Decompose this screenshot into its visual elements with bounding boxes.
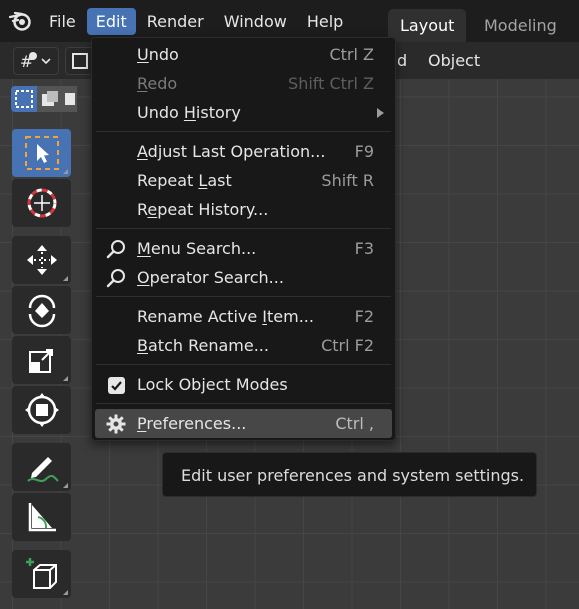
- menu-item-adjust-last-operation[interactable]: Adjust Last Operation... F9: [92, 137, 395, 166]
- menu-item-repeat-last[interactable]: Repeat Last Shift R: [92, 166, 395, 195]
- blender-icon: [8, 11, 31, 31]
- menu-window[interactable]: Window: [215, 8, 296, 35]
- scale-icon: [28, 349, 53, 373]
- pivot-icon: #: [20, 52, 51, 71]
- submenu-arrow-icon: [377, 108, 384, 118]
- shortcut-label: Ctrl ,: [335, 414, 374, 433]
- menu-item-lock-object-modes[interactable]: Lock Object Modes: [92, 370, 395, 399]
- menu-separator: [96, 131, 391, 132]
- annotate-tool[interactable]: [12, 443, 71, 491]
- menu-separator: [96, 296, 391, 297]
- menu-item-rename-active-item[interactable]: Rename Active Item... F2: [92, 302, 395, 331]
- menu-edit[interactable]: Edit: [86, 7, 136, 35]
- menu-item-repeat-history[interactable]: Repeat History...: [92, 195, 395, 224]
- menu-item-preferences[interactable]: Preferences... Ctrl ,: [95, 409, 392, 438]
- move-icon: [26, 245, 57, 275]
- pencil-icon: [26, 457, 59, 482]
- tool-corner-icon: [63, 376, 68, 381]
- rotate-tool[interactable]: [12, 286, 71, 334]
- menu-separator: [96, 228, 391, 229]
- tool-corner-icon: [63, 169, 68, 174]
- shortcut-label: F9: [354, 142, 374, 161]
- select-box-tool[interactable]: [12, 129, 71, 177]
- select-subtract-icon: [65, 93, 75, 105]
- search-icon: [106, 239, 126, 259]
- search-icon: [106, 268, 126, 288]
- gear-icon: [106, 414, 126, 434]
- mode-subtract-button[interactable]: [63, 86, 77, 112]
- shortcut-label: Ctrl F2: [321, 336, 374, 355]
- menu-item-menu-search[interactable]: Menu Search... F3: [92, 234, 395, 263]
- edit-menu-dropdown: Undo Ctrl Z Redo Shift Ctrl Z Undo Histo…: [91, 37, 396, 441]
- tab-layout[interactable]: Layout: [388, 9, 467, 42]
- menu-item-undo[interactable]: Undo Ctrl Z: [92, 40, 395, 69]
- shortcut-label: Shift Ctrl Z: [288, 74, 374, 93]
- cursor-tool[interactable]: [12, 179, 71, 227]
- mode-new-button[interactable]: [11, 86, 37, 112]
- select-box-icon: [72, 53, 88, 69]
- menu-help[interactable]: Help: [298, 8, 352, 35]
- transform-icon: [24, 393, 59, 427]
- menu-item-batch-rename[interactable]: Batch Rename... Ctrl F2: [92, 331, 395, 360]
- menu-item-undo-history[interactable]: Undo History: [92, 98, 395, 127]
- shortcut-label: F2: [354, 307, 374, 326]
- header-menu-partial[interactable]: d: [397, 51, 407, 70]
- menu-separator: [96, 364, 391, 365]
- cursor-select-icon: [24, 136, 59, 170]
- header-object-menu[interactable]: Object: [428, 51, 480, 70]
- measure-tool[interactable]: [12, 493, 71, 541]
- ruler-icon: [28, 503, 56, 532]
- tool-corner-icon: [63, 276, 68, 281]
- tool-corner-icon: [63, 590, 68, 595]
- 3d-cursor-icon: [27, 188, 56, 218]
- add-cube-icon: [25, 558, 57, 589]
- shortcut-label: Shift R: [321, 171, 374, 190]
- blender-logo-icon[interactable]: [0, 0, 40, 42]
- checkbox-checked-icon: [107, 376, 125, 394]
- checkbox[interactable]: [106, 375, 126, 395]
- menu-item-operator-search[interactable]: Operator Search...: [92, 263, 395, 292]
- preferences-tooltip: Edit user preferences and system setting…: [162, 452, 537, 497]
- transform-pivot-button[interactable]: #: [13, 47, 59, 75]
- shortcut-label: F3: [354, 239, 374, 258]
- shortcut-label: Ctrl Z: [329, 45, 374, 64]
- tool-corner-icon: [63, 483, 68, 488]
- add-cube-tool[interactable]: [12, 550, 71, 598]
- menu-separator: [96, 403, 391, 404]
- menu-render[interactable]: Render: [138, 8, 213, 35]
- selection-mode-group: [11, 86, 77, 112]
- transform-tool[interactable]: [12, 386, 71, 434]
- top-menubar: File Edit Render Window Help Layout Mode…: [0, 0, 579, 42]
- select-extend-icon: [42, 91, 58, 106]
- tab-modeling[interactable]: Modeling: [472, 9, 569, 42]
- menu-item-redo[interactable]: Redo Shift Ctrl Z: [92, 69, 395, 98]
- move-tool[interactable]: [12, 236, 71, 284]
- mode-extend-button[interactable]: [37, 86, 63, 112]
- select-new-icon: [15, 90, 33, 108]
- rotate-icon: [28, 294, 55, 328]
- scale-tool[interactable]: [12, 336, 71, 384]
- menu-file[interactable]: File: [40, 8, 85, 35]
